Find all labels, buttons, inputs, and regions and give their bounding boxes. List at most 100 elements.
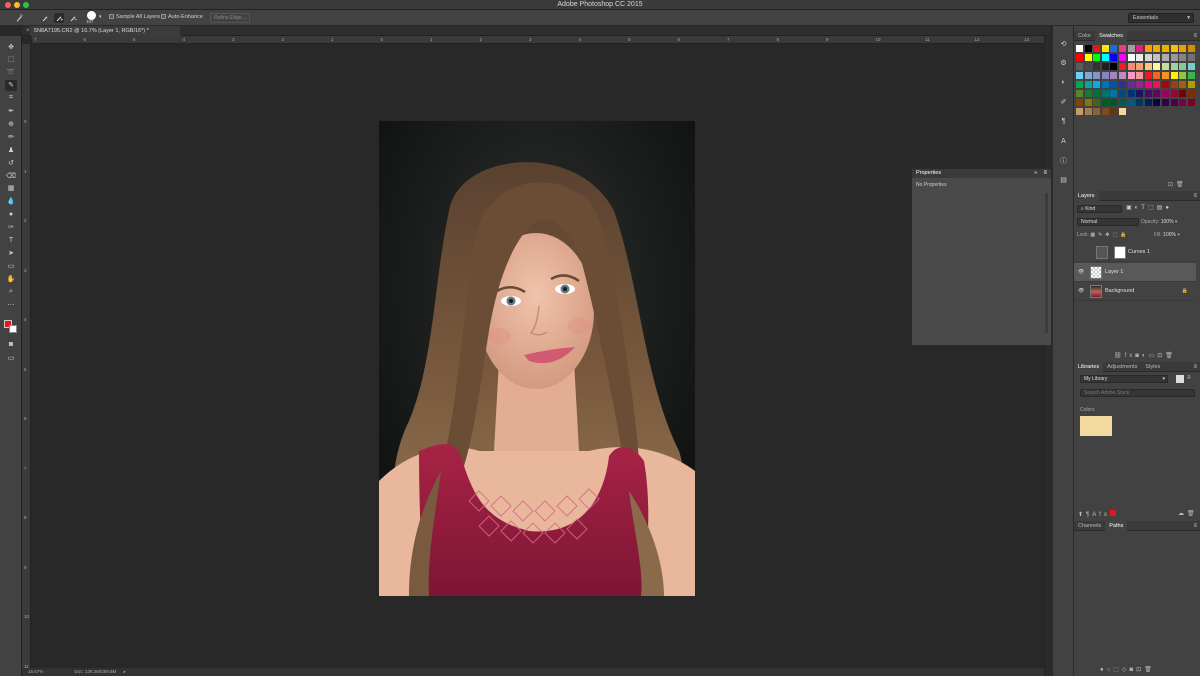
pixel-filter-icon[interactable]: ▣ xyxy=(1126,205,1135,211)
properties-scrollbar[interactable] xyxy=(1045,193,1048,333)
add-color-icon[interactable] xyxy=(1109,510,1116,516)
portrait-photo[interactable] xyxy=(379,121,695,596)
new-path-icon[interactable]: ⊡ xyxy=(1136,667,1144,673)
delete-swatch-icon[interactable]: 🗑 xyxy=(1176,182,1187,188)
type-tool[interactable]: T xyxy=(5,235,17,246)
color-swatch[interactable] xyxy=(1084,54,1092,61)
opacity-field[interactable]: Opacity: 100% ▾ xyxy=(1141,219,1177,225)
color-swatch[interactable] xyxy=(1110,45,1118,52)
color-swatch[interactable] xyxy=(1144,45,1152,52)
sample-all-layers-checkbox[interactable] xyxy=(109,14,114,20)
crop-tool[interactable]: ⌗ xyxy=(5,93,17,104)
color-swatch[interactable] xyxy=(1127,63,1135,70)
color-swatch[interactable] xyxy=(1093,81,1101,88)
eye-icon[interactable]: 👁 xyxy=(1078,282,1084,301)
load-selection-icon[interactable]: ⬚ xyxy=(1113,667,1122,673)
color-swatch[interactable] xyxy=(1144,81,1152,88)
color-swatch[interactable] xyxy=(1084,72,1092,79)
color-swatch[interactable] xyxy=(1179,81,1187,88)
tab-channels[interactable]: Channels xyxy=(1074,521,1105,531)
color-swatch[interactable] xyxy=(1093,108,1101,115)
chevron-down-icon[interactable]: ▾ xyxy=(99,14,102,20)
clone-stamp-tool[interactable]: ♟ xyxy=(5,144,17,155)
layer-row[interactable]: 👁 Layer 1 xyxy=(1074,262,1196,282)
color-swatch[interactable] xyxy=(1162,99,1169,106)
color-swatch[interactable] xyxy=(1187,90,1195,97)
path-selection-tool[interactable]: ➤ xyxy=(5,247,17,258)
panel-menu-icon[interactable]: ≡ xyxy=(1193,191,1197,201)
horizontal-ruler[interactable]: 7 6 5 4 3 2 1 0 1 2 3 4 5 6 7 8 9 10 11 12 13 xyxy=(32,36,1044,44)
color-swatch[interactable] xyxy=(1127,99,1135,106)
close-tab-icon[interactable]: × xyxy=(26,26,30,36)
tab-styles[interactable]: Styles xyxy=(1141,362,1164,372)
color-swatch[interactable] xyxy=(1170,63,1178,70)
color-swatch[interactable] xyxy=(1119,45,1126,52)
layer-comps-icon[interactable]: ▤ xyxy=(1058,175,1069,186)
dodge-tool[interactable]: ● xyxy=(5,209,17,220)
paragraph-icon[interactable]: ¶ xyxy=(1058,116,1069,127)
color-swatch[interactable] xyxy=(1127,72,1135,79)
color-swatch[interactable] xyxy=(1170,45,1178,52)
color-swatch[interactable] xyxy=(1162,72,1169,79)
cloud-sync-icon[interactable]: ☁ xyxy=(1178,511,1187,517)
delete-layer-icon[interactable]: 🗑 xyxy=(1165,353,1176,359)
new-group-icon[interactable]: ▭ xyxy=(1149,353,1158,359)
quick-mask-button[interactable]: ◙ xyxy=(5,339,17,350)
color-swatch[interactable] xyxy=(1187,99,1195,106)
color-swatch[interactable] xyxy=(1101,45,1109,52)
eyedropper-tool[interactable]: ✒ xyxy=(5,106,17,117)
brush-tool[interactable]: ✏ xyxy=(5,131,17,142)
eye-icon[interactable]: 👁 xyxy=(1078,263,1084,282)
color-swatch[interactable] xyxy=(1101,99,1109,106)
history-icon[interactable]: ⟲ xyxy=(1058,38,1069,49)
color-swatch[interactable] xyxy=(1187,72,1195,79)
link-layers-icon[interactable]: ⛓ xyxy=(1114,353,1125,359)
color-swatch[interactable] xyxy=(1101,90,1109,97)
sample-all-layers-option[interactable]: Sample All Layers xyxy=(109,14,160,20)
layer-row[interactable]: 👁 Background 🔒 xyxy=(1074,282,1196,301)
lock-icons[interactable]: ▦✎✥⬚🔒 xyxy=(1090,232,1129,238)
eraser-tool[interactable]: ⌫ xyxy=(5,170,17,181)
color-swatch[interactable] xyxy=(1179,72,1187,79)
color-swatch[interactable] xyxy=(1119,81,1126,88)
collapse-panel-icon[interactable]: » xyxy=(1034,169,1037,178)
color-swatch[interactable] xyxy=(1076,72,1083,79)
delete-path-icon[interactable]: 🗑 xyxy=(1144,667,1155,673)
color-swatch[interactable] xyxy=(1093,72,1101,79)
properties-panel-header[interactable]: Properties » ≡ xyxy=(912,169,1051,178)
add-character-style-icon[interactable]: ⬆ xyxy=(1078,512,1086,518)
color-swatch[interactable] xyxy=(1136,99,1144,106)
quick-selection-preset-button[interactable] xyxy=(12,13,26,23)
color-swatch[interactable] xyxy=(1179,90,1187,97)
color-swatch[interactable] xyxy=(1153,72,1161,79)
color-swatch[interactable] xyxy=(1170,54,1178,61)
delete-library-item-icon[interactable]: 🗑 xyxy=(1187,511,1198,517)
panel-menu-icon[interactable]: ≡ xyxy=(1043,169,1047,178)
shape-filter-icon[interactable]: ⬚ xyxy=(1148,205,1157,211)
color-swatch[interactable] xyxy=(1076,99,1083,106)
color-swatch[interactable] xyxy=(1119,54,1126,61)
color-swatch[interactable] xyxy=(1136,45,1144,52)
auto-enhance-option[interactable]: Auto-Enhance xyxy=(161,14,203,20)
color-swatch[interactable] xyxy=(1119,99,1126,106)
color-swatch[interactable] xyxy=(1187,81,1195,88)
color-swatch[interactable] xyxy=(1093,99,1101,106)
brush-settings-icon[interactable]: ✐ xyxy=(1058,97,1069,108)
properties-icon[interactable]: ⚙ xyxy=(1058,58,1069,69)
color-swatch[interactable] xyxy=(1179,54,1187,61)
color-swatch[interactable] xyxy=(1136,63,1144,70)
zoom-tool[interactable]: ⌕ xyxy=(5,286,17,297)
library-color-swatch[interactable] xyxy=(1080,416,1112,436)
color-swatch[interactable] xyxy=(1076,108,1083,115)
spot-healing-tool[interactable]: ⊕ xyxy=(5,118,17,129)
history-brush-tool[interactable]: ↺ xyxy=(5,157,17,168)
color-swatch[interactable] xyxy=(1136,54,1144,61)
info-icon[interactable]: ⓘ xyxy=(1058,155,1069,166)
vertical-ruler[interactable]: 0 1 2 3 4 5 6 7 8 9 10 11 xyxy=(22,44,31,676)
color-swatch[interactable] xyxy=(1119,108,1126,115)
color-swatch[interactable] xyxy=(1144,54,1152,61)
color-swatch[interactable] xyxy=(1179,99,1187,106)
color-swatch[interactable] xyxy=(1187,45,1195,52)
color-swatch[interactable] xyxy=(1153,81,1161,88)
list-view-icon[interactable]: ≡ xyxy=(1187,375,1195,383)
